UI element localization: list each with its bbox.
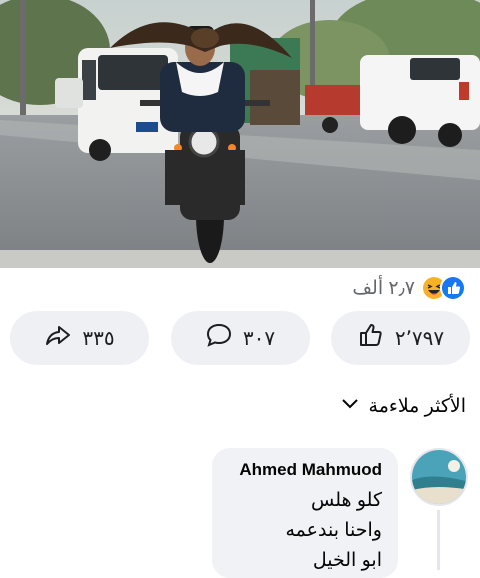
chevron-down-icon	[341, 394, 359, 418]
post-photo-image	[0, 0, 480, 268]
like-button[interactable]: ٢٬٧٩٧	[331, 311, 470, 365]
thread-line	[437, 510, 440, 570]
comment: Ahmed Mahmuod كلو هلس واحنا بندعمه ابو ا…	[205, 448, 468, 578]
comment-author[interactable]: Ahmed Mahmuod	[228, 460, 382, 480]
like-reaction-icon	[440, 275, 466, 301]
comment-line: ابو الخيل	[312, 550, 382, 571]
share-icon	[44, 321, 72, 355]
share-button[interactable]: ٣٣٥	[10, 311, 149, 365]
like-count: ٢٬٧٩٧	[394, 327, 445, 350]
reactions-summary[interactable]: ٢٫٧ ألف	[352, 270, 466, 306]
thumbs-up-icon	[357, 321, 385, 355]
avatar[interactable]	[410, 448, 468, 506]
post-photo[interactable]	[0, 0, 480, 268]
reaction-icons	[421, 275, 466, 301]
share-count: ٣٣٥	[82, 327, 115, 350]
reactions-count: ٢٫٧ ألف	[352, 277, 415, 299]
post-actions: ٣٣٥ ٣٠٧ ٢٬٧٩٧	[10, 311, 470, 365]
comment-count: ٣٠٧	[242, 327, 276, 350]
comment-sort-selector[interactable]: الأكثر ملاءمة	[341, 394, 466, 418]
comment-button[interactable]: ٣٠٧	[170, 311, 310, 365]
sort-label: الأكثر ملاءمة	[368, 395, 466, 417]
comment-icon	[205, 321, 233, 355]
comment-line: كلو هلس	[311, 490, 382, 511]
comment-line: واحنا بندعمه	[285, 520, 382, 541]
comment-bubble[interactable]: Ahmed Mahmuod كلو هلس واحنا بندعمه ابو ا…	[212, 448, 398, 578]
